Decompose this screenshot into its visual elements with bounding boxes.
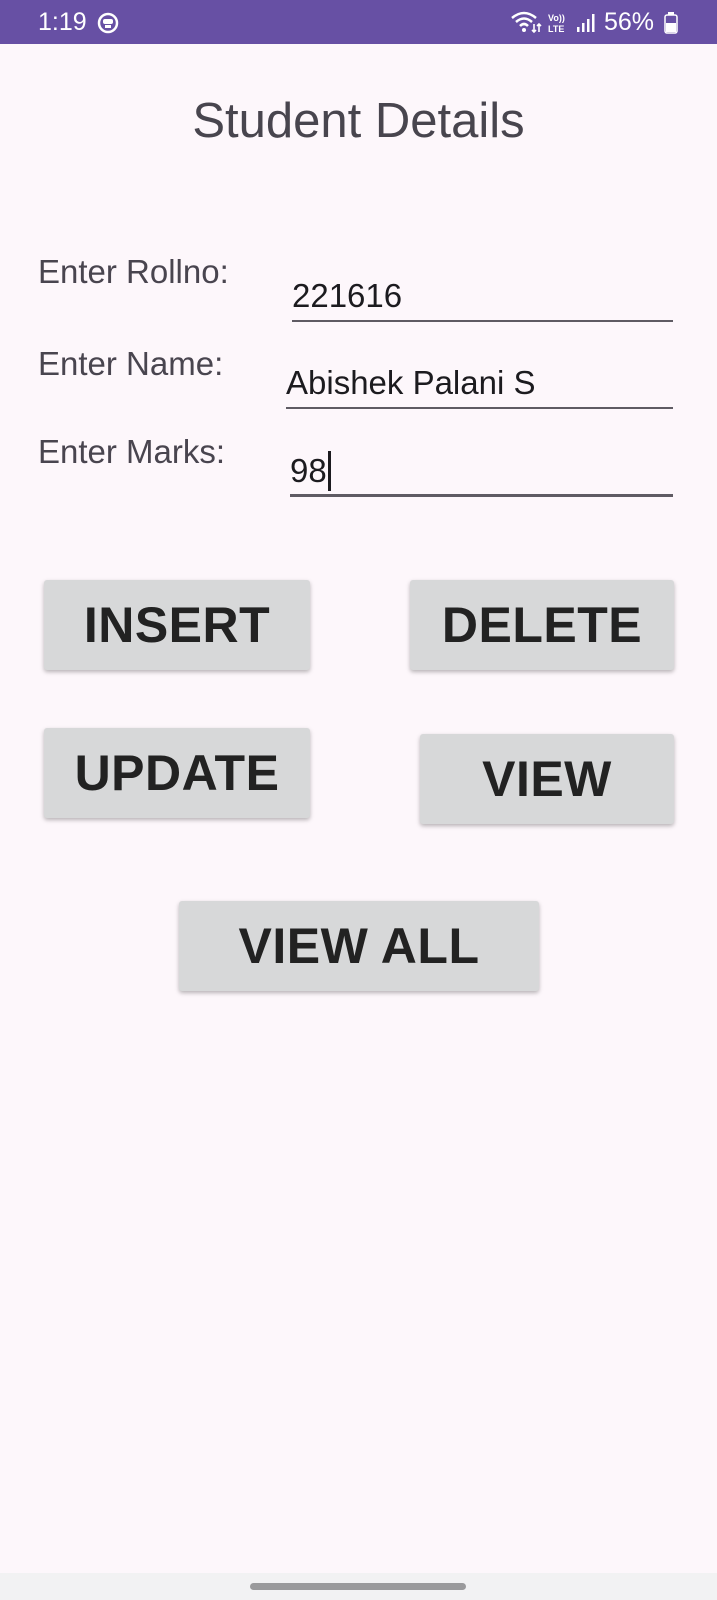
battery-percent: 56%	[604, 8, 655, 36]
marks-label: Enter Marks:	[38, 433, 226, 470]
svg-text:LTE: LTE	[548, 24, 564, 34]
view-button[interactable]: VIEW	[420, 734, 674, 824]
page-title: Student Details	[192, 94, 525, 148]
status-time: 1:19	[38, 8, 87, 36]
marks-input[interactable]: 98	[290, 451, 673, 497]
marks-input-value: 98	[290, 452, 327, 489]
insert-button[interactable]: INSERT	[44, 580, 310, 670]
delete-button[interactable]: DELETE	[410, 580, 674, 670]
home-gesture-handle[interactable]	[250, 1583, 466, 1590]
svg-text:Vo)): Vo))	[548, 13, 565, 23]
update-button[interactable]: UPDATE	[44, 728, 310, 818]
navigation-bar	[0, 1573, 717, 1600]
volte-icon: Vo)) LTE	[546, 12, 570, 34]
name-input[interactable]: Abishek Palani S	[286, 363, 673, 409]
rollno-input-value: 221616	[292, 277, 403, 314]
status-bar: 1:19 Vo)) LTE 56%	[0, 0, 717, 44]
app-notification-icon	[97, 12, 119, 34]
wifi-icon	[510, 10, 542, 34]
name-label: Enter Name:	[38, 345, 224, 382]
rollno-input[interactable]: 221616	[292, 276, 673, 322]
view-all-button[interactable]: VIEW ALL	[179, 901, 539, 991]
signal-icon	[576, 13, 596, 33]
text-cursor	[327, 451, 331, 491]
rollno-label: Enter Rollno:	[38, 253, 229, 290]
name-input-value: Abishek Palani S	[286, 364, 536, 401]
battery-icon	[664, 12, 678, 34]
